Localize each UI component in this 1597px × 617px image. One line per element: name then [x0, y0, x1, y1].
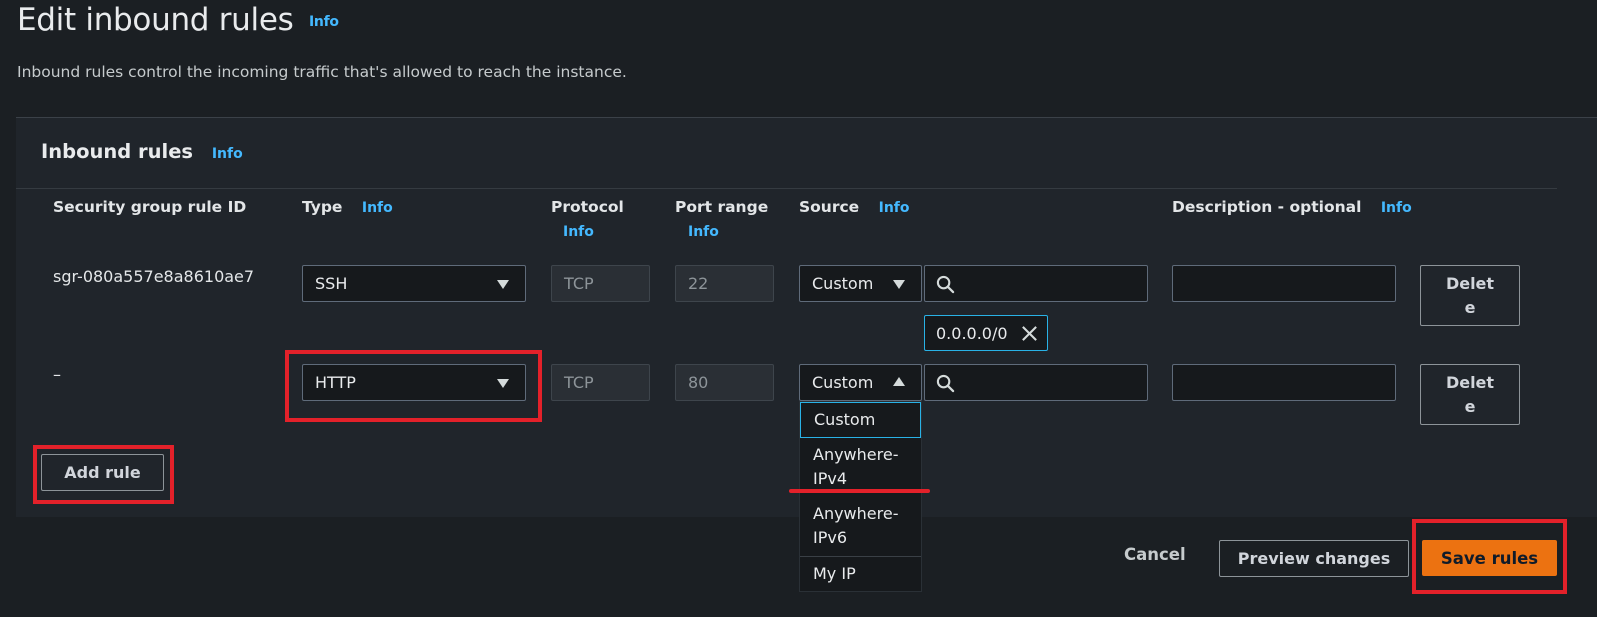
rule-id: –: [53, 365, 61, 384]
column-header-protocol: Protocol: [551, 198, 624, 216]
page-title-text: Edit inbound rules: [17, 2, 294, 38]
close-icon[interactable]: [1020, 324, 1039, 343]
type-select[interactable]: SSH: [302, 265, 526, 302]
column-header-port-range: Port range: [675, 198, 769, 216]
source-select[interactable]: Custom: [799, 265, 922, 302]
panel-title: Inbound rules Info: [41, 140, 243, 163]
cidr-token: 0.0.0.0/0: [924, 315, 1048, 351]
dropdown-divider: [800, 556, 921, 557]
delete-rule-button[interactable]: Delete: [1420, 364, 1520, 425]
search-icon: [936, 275, 955, 294]
page-title-info-link[interactable]: Info: [309, 14, 339, 30]
highlight-add-rule: [33, 445, 174, 504]
caret-down-icon: [497, 280, 509, 289]
source-select-value: Custom: [812, 274, 874, 293]
dropdown-option-custom[interactable]: Custom: [800, 402, 921, 438]
description-info-link[interactable]: Info: [1381, 200, 1412, 216]
protocol-field: TCP: [551, 265, 650, 302]
panel-info-link[interactable]: Info: [212, 146, 243, 162]
description-input[interactable]: [1172, 265, 1396, 302]
type-info-link[interactable]: Info: [362, 200, 393, 216]
dropdown-option-anywhere-ipv6[interactable]: Anywhere-IPv6: [800, 502, 908, 550]
search-icon: [936, 374, 955, 393]
column-header-source: Source Info: [799, 198, 910, 216]
highlight-underline-anywhere-ipv4: [789, 489, 930, 493]
delete-rule-button[interactable]: Delete: [1420, 265, 1520, 326]
protocol-field: TCP: [551, 364, 650, 401]
source-search-input[interactable]: [924, 265, 1148, 302]
port-range-info-link[interactable]: Info: [688, 224, 719, 240]
port-range-field: 22: [675, 265, 774, 302]
page-title: Edit inbound rules Info: [17, 2, 339, 38]
port-range-field: 80: [675, 364, 774, 401]
caret-up-icon: [893, 377, 905, 386]
source-info-link[interactable]: Info: [879, 200, 910, 216]
header-divider: [16, 188, 1557, 189]
column-header-description-label: Description - optional: [1172, 198, 1362, 216]
dropdown-option-my-ip[interactable]: My IP: [800, 562, 921, 586]
caret-down-icon: [893, 280, 905, 289]
source-search-input[interactable]: [924, 364, 1148, 401]
description-input[interactable]: [1172, 364, 1396, 401]
column-header-source-label: Source: [799, 198, 860, 216]
type-select-value: SSH: [315, 274, 348, 293]
highlight-save-rules: [1412, 519, 1567, 594]
column-header-type: Type Info: [302, 198, 393, 216]
cidr-token-label: 0.0.0.0/0: [936, 323, 1008, 343]
panel-title-text: Inbound rules: [41, 140, 194, 163]
preview-changes-button[interactable]: Preview changes: [1219, 540, 1409, 577]
dropdown-option-anywhere-ipv4[interactable]: Anywhere-IPv4: [800, 443, 908, 491]
source-dropdown-menu: Custom Anywhere-IPv4 Anywhere-IPv6 My IP: [799, 401, 922, 592]
page-description: Inbound rules control the incoming traff…: [17, 63, 627, 81]
source-select[interactable]: Custom: [799, 364, 922, 401]
source-select-value: Custom: [812, 373, 874, 392]
cancel-button[interactable]: Cancel: [1116, 545, 1194, 564]
column-header-type-label: Type: [302, 198, 343, 216]
protocol-info-link[interactable]: Info: [563, 224, 594, 240]
highlight-type-select: [285, 350, 542, 422]
rule-id: sgr-080a557e8a8610ae7: [53, 267, 255, 286]
column-header-rule-id: Security group rule ID: [53, 198, 247, 216]
column-header-description: Description - optional Info: [1172, 198, 1412, 216]
